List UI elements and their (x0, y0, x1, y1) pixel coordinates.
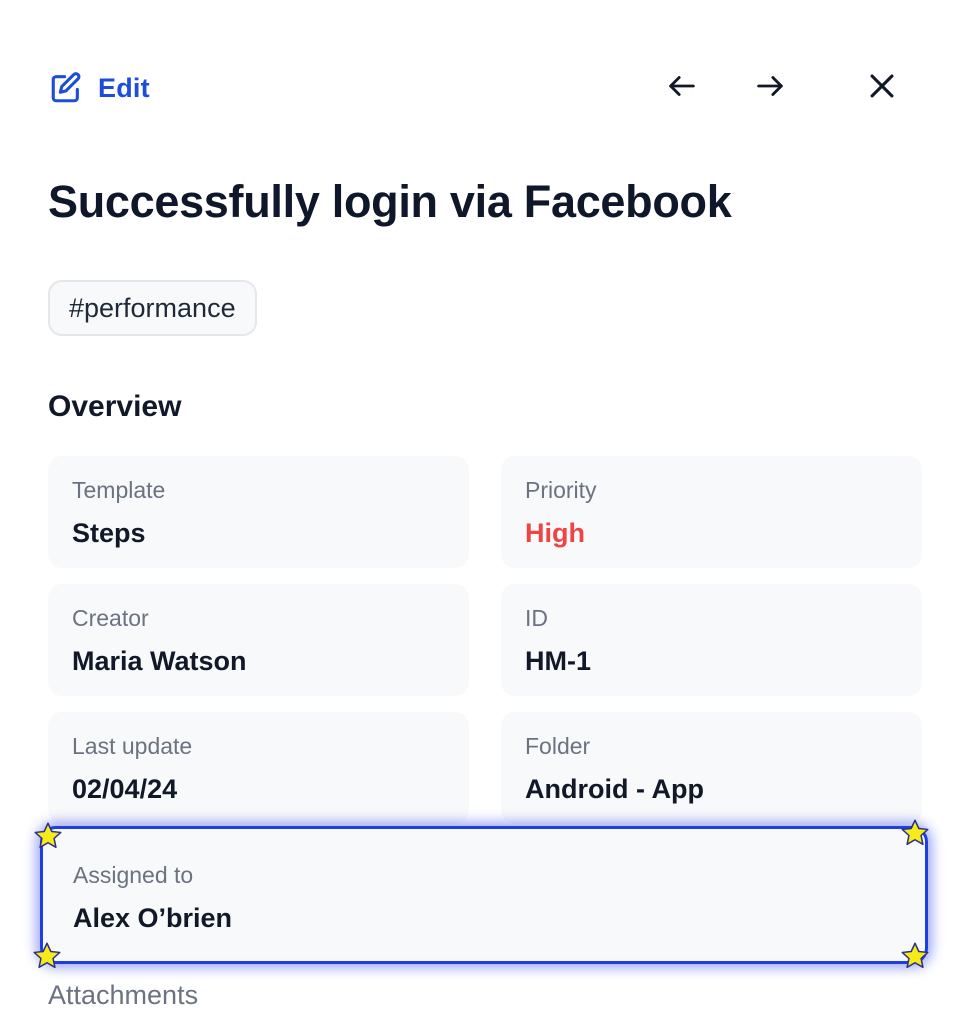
creator-card: Creator Maria Watson (48, 584, 469, 696)
id-card: ID HM-1 (501, 584, 922, 696)
star-icon (901, 819, 929, 846)
last-update-label: Last update (72, 733, 193, 759)
star-icon (34, 822, 62, 849)
last-update-value: 02/04/24 (72, 774, 178, 804)
attachments-heading: Attachments (48, 980, 199, 1010)
arrow-right-icon (753, 69, 787, 108)
id-value: HM-1 (525, 646, 591, 676)
folder-label: Folder (525, 733, 591, 759)
test-case-detail-panel: Edit Successfully login via Facebook #pe… (0, 0, 970, 1032)
page-title: Successfully login via Facebook (48, 176, 732, 227)
last-update-card: Last update 02/04/24 (48, 712, 469, 824)
folder-card: Folder Android - App (501, 712, 922, 824)
edit-pencil-icon (48, 70, 84, 106)
template-value: Steps (72, 518, 146, 548)
edit-button[interactable]: Edit (48, 66, 150, 110)
assigned-to-value: Alex O’brien (73, 903, 233, 933)
edit-button-label: Edit (98, 72, 150, 103)
star-icon (33, 942, 61, 969)
next-button[interactable] (748, 66, 792, 110)
priority-value: High (525, 518, 585, 548)
template-card: Template Steps (48, 456, 469, 568)
overview-heading: Overview (48, 390, 182, 423)
tag-chip[interactable]: #performance (48, 280, 257, 336)
close-button[interactable] (860, 66, 904, 110)
folder-value: Android - App (525, 774, 704, 804)
priority-card: Priority High (501, 456, 922, 568)
close-icon (865, 69, 899, 108)
previous-button[interactable] (660, 66, 704, 110)
star-icon (901, 942, 929, 969)
creator-value: Maria Watson (72, 646, 247, 676)
panel-toolbar: Edit (48, 66, 922, 110)
priority-label: Priority (525, 477, 597, 503)
arrow-left-icon (665, 69, 699, 108)
id-label: ID (525, 605, 548, 631)
assigned-to-card[interactable]: Assigned to Alex O’brien (40, 826, 928, 964)
assigned-to-label: Assigned to (73, 862, 194, 888)
creator-label: Creator (72, 605, 149, 631)
template-label: Template (72, 477, 166, 503)
